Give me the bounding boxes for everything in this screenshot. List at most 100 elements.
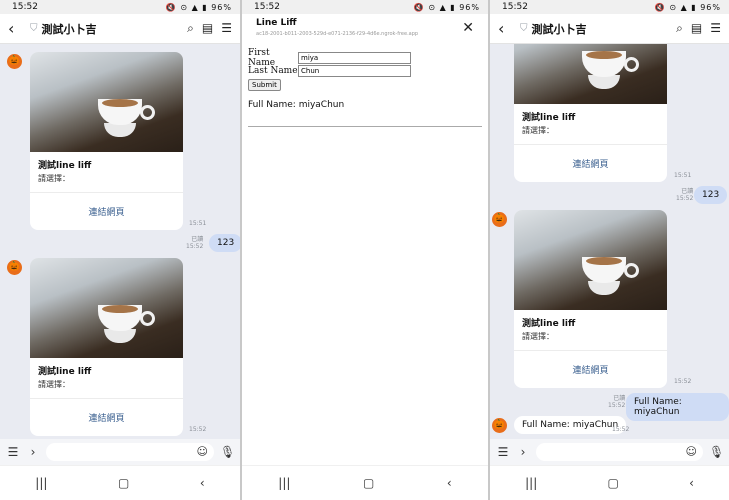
card-link-button[interactable]: 連結網頁 <box>30 193 183 230</box>
status-icons: 🔇 ⊙ ▲ ▮ 96% <box>654 2 721 12</box>
first-name-input[interactable] <box>298 51 411 64</box>
menu-icon[interactable]: ☰ <box>496 445 510 459</box>
full-name-output: Full Name: miyaChun <box>248 100 345 110</box>
status-time: 15:52 <box>254 2 280 12</box>
message-time: 15:51 <box>674 172 692 179</box>
flex-message-card[interactable]: 測試line liff 請選擇： 連結網頁 <box>30 52 183 230</box>
card-link-button[interactable]: 連結網頁 <box>514 351 667 388</box>
back-arrow-icon[interactable]: ‹ <box>498 19 516 38</box>
flex-message-card[interactable]: 測試line liff 請選擇： 連結網頁 <box>514 44 667 182</box>
menu-icon[interactable]: ☰ <box>221 21 232 36</box>
home-icon[interactable]: ▢ <box>363 476 374 490</box>
message-list[interactable]: 測試line liff 請選擇： 連結網頁 15:51 已讀 15:52 123 … <box>490 44 729 439</box>
chat-header: ‹ ⛉ 測試小卜吉 ⌕ ▤ ☰ <box>490 14 729 44</box>
message-time: 15:52 <box>189 426 207 433</box>
card-title: 測試line liff <box>38 367 92 377</box>
card-title: 測試line liff <box>38 161 92 171</box>
message-input[interactable]: ☺ <box>536 443 703 461</box>
menu-icon[interactable]: ☰ <box>6 445 20 459</box>
back-icon[interactable]: ‹ <box>447 476 452 490</box>
message-time: 15:51 <box>189 220 207 227</box>
last-name-label: Last Name <box>248 65 298 76</box>
last-name-input[interactable] <box>298 64 411 77</box>
back-icon[interactable]: ‹ <box>200 476 205 490</box>
card-title: 測試line liff <box>522 113 576 123</box>
pumpkin-avatar-icon[interactable]: 🎃 <box>492 418 507 433</box>
back-arrow-icon[interactable]: ‹ <box>8 19 26 38</box>
card-subtitle: 請選擇： <box>522 126 554 135</box>
card-subtitle: 請選擇： <box>38 380 70 389</box>
liff-title: Line Liff <box>256 18 297 28</box>
status-bar: 15:52 🔇 ⊙ ▲ ▮ 96% <box>490 0 729 14</box>
bot-message-bubble[interactable]: Full Name: miyaChun <box>514 416 627 434</box>
liff-panel: 15:52 🔇 ⊙ ▲ ▮ 96% Line Liff ac18-2001-b0… <box>242 0 488 500</box>
android-nav-bar: ||| ▢ ‹ <box>490 465 729 500</box>
message-list[interactable]: 🎃 測試line liff 請選擇： 連結網頁 15:51 已讀 15:52 12… <box>0 44 240 439</box>
pumpkin-avatar-icon[interactable]: 🎃 <box>7 54 22 69</box>
status-time: 15:52 <box>502 2 528 12</box>
coffee-photo <box>30 258 183 358</box>
chat-header: ‹ ⛉ 測試小卜吉 ⌕ ▤ ☰ <box>0 14 240 44</box>
android-nav-bar: ||| ▢ ‹ <box>242 465 488 500</box>
coffee-photo <box>514 44 667 104</box>
read-receipt: 已讀 15:52 <box>676 188 694 202</box>
shield-icon: ⛉ <box>30 23 38 34</box>
divider <box>248 126 482 127</box>
card-link-button[interactable]: 連結網頁 <box>514 145 667 182</box>
liff-url: ac18-2001-b011-2003-529d-e071-2136-f29-4… <box>256 31 419 37</box>
search-icon[interactable]: ⌕ <box>676 21 683 36</box>
pumpkin-avatar-icon[interactable]: 🎃 <box>492 212 507 227</box>
recent-apps-icon[interactable]: ||| <box>278 476 290 490</box>
notes-icon[interactable]: ▤ <box>691 21 702 36</box>
home-icon[interactable]: ▢ <box>607 476 618 490</box>
chat-panel-right: 15:52 🔇 ⊙ ▲ ▮ 96% ‹ ⛉ 測試小卜吉 ⌕ ▤ ☰ 測試line… <box>490 0 729 500</box>
menu-icon[interactable]: ☰ <box>710 21 721 36</box>
shield-icon: ⛉ <box>520 23 528 34</box>
emoji-icon[interactable]: ☺ <box>197 445 208 458</box>
input-bar: ☰ › ☺ 🎙 <box>490 439 729 465</box>
android-nav-bar: ||| ▢ ‹ <box>0 465 240 500</box>
my-message-bubble[interactable]: 123 <box>694 186 728 204</box>
my-message-bubble[interactable]: Full Name: miyaChun <box>626 393 729 421</box>
card-link-button[interactable]: 連結網頁 <box>30 399 183 436</box>
input-bar: ☰ › ☺ 🎙 <box>0 439 240 465</box>
status-time: 15:52 <box>12 2 38 12</box>
back-icon[interactable]: ‹ <box>689 476 694 490</box>
status-icons: 🔇 ⊙ ▲ ▮ 96% <box>413 2 480 12</box>
submit-button[interactable]: Submit <box>248 79 281 91</box>
status-icons: 🔇 ⊙ ▲ ▮ 96% <box>165 2 232 12</box>
status-bar: 15:52 🔇 ⊙ ▲ ▮ 96% <box>242 0 488 14</box>
coffee-photo <box>30 52 183 152</box>
pumpkin-avatar-icon[interactable]: 🎃 <box>7 260 22 275</box>
recent-apps-icon[interactable]: ||| <box>35 476 47 490</box>
flex-message-card[interactable]: 測試line liff 請選擇： 連結網頁 <box>514 210 667 388</box>
read-receipt: 已讀 15:52 <box>608 395 626 409</box>
search-icon[interactable]: ⌕ <box>187 21 194 36</box>
chevron-right-icon[interactable]: › <box>26 445 40 459</box>
coffee-photo <box>514 210 667 310</box>
flex-message-card[interactable]: 測試line liff 請選擇： 連結網頁 <box>30 258 183 436</box>
chevron-right-icon[interactable]: › <box>516 445 530 459</box>
microphone-icon[interactable]: 🎙 <box>220 445 235 459</box>
chat-title: 測試小卜吉 <box>531 22 587 36</box>
name-form: First Name Last Name Submit <box>248 47 411 91</box>
message-time: 15:52 <box>674 378 692 385</box>
read-receipt: 已讀 15:52 <box>186 236 204 250</box>
close-icon[interactable]: ✕ <box>462 20 474 36</box>
card-title: 測試line liff <box>522 319 576 329</box>
first-name-label: First Name <box>248 47 276 68</box>
chat-title: 測試小卜吉 <box>41 22 97 36</box>
message-time: 15:52 <box>612 426 630 433</box>
my-message-bubble[interactable]: 123 <box>209 234 240 252</box>
emoji-icon[interactable]: ☺ <box>686 445 697 458</box>
microphone-icon[interactable]: 🎙 <box>709 445 724 459</box>
card-subtitle: 請選擇： <box>522 332 554 341</box>
home-icon[interactable]: ▢ <box>118 476 129 490</box>
message-input[interactable]: ☺ <box>46 443 214 461</box>
card-subtitle: 請選擇： <box>38 174 70 183</box>
chat-panel-left: 15:52 🔇 ⊙ ▲ ▮ 96% ‹ ⛉ 測試小卜吉 ⌕ ▤ ☰ 🎃 測試li… <box>0 0 240 500</box>
status-bar: 15:52 🔇 ⊙ ▲ ▮ 96% <box>0 0 240 14</box>
liff-header: Line Liff ac18-2001-b011-2003-529d-e071-… <box>242 14 488 46</box>
recent-apps-icon[interactable]: ||| <box>525 476 537 490</box>
notes-icon[interactable]: ▤ <box>202 21 213 36</box>
